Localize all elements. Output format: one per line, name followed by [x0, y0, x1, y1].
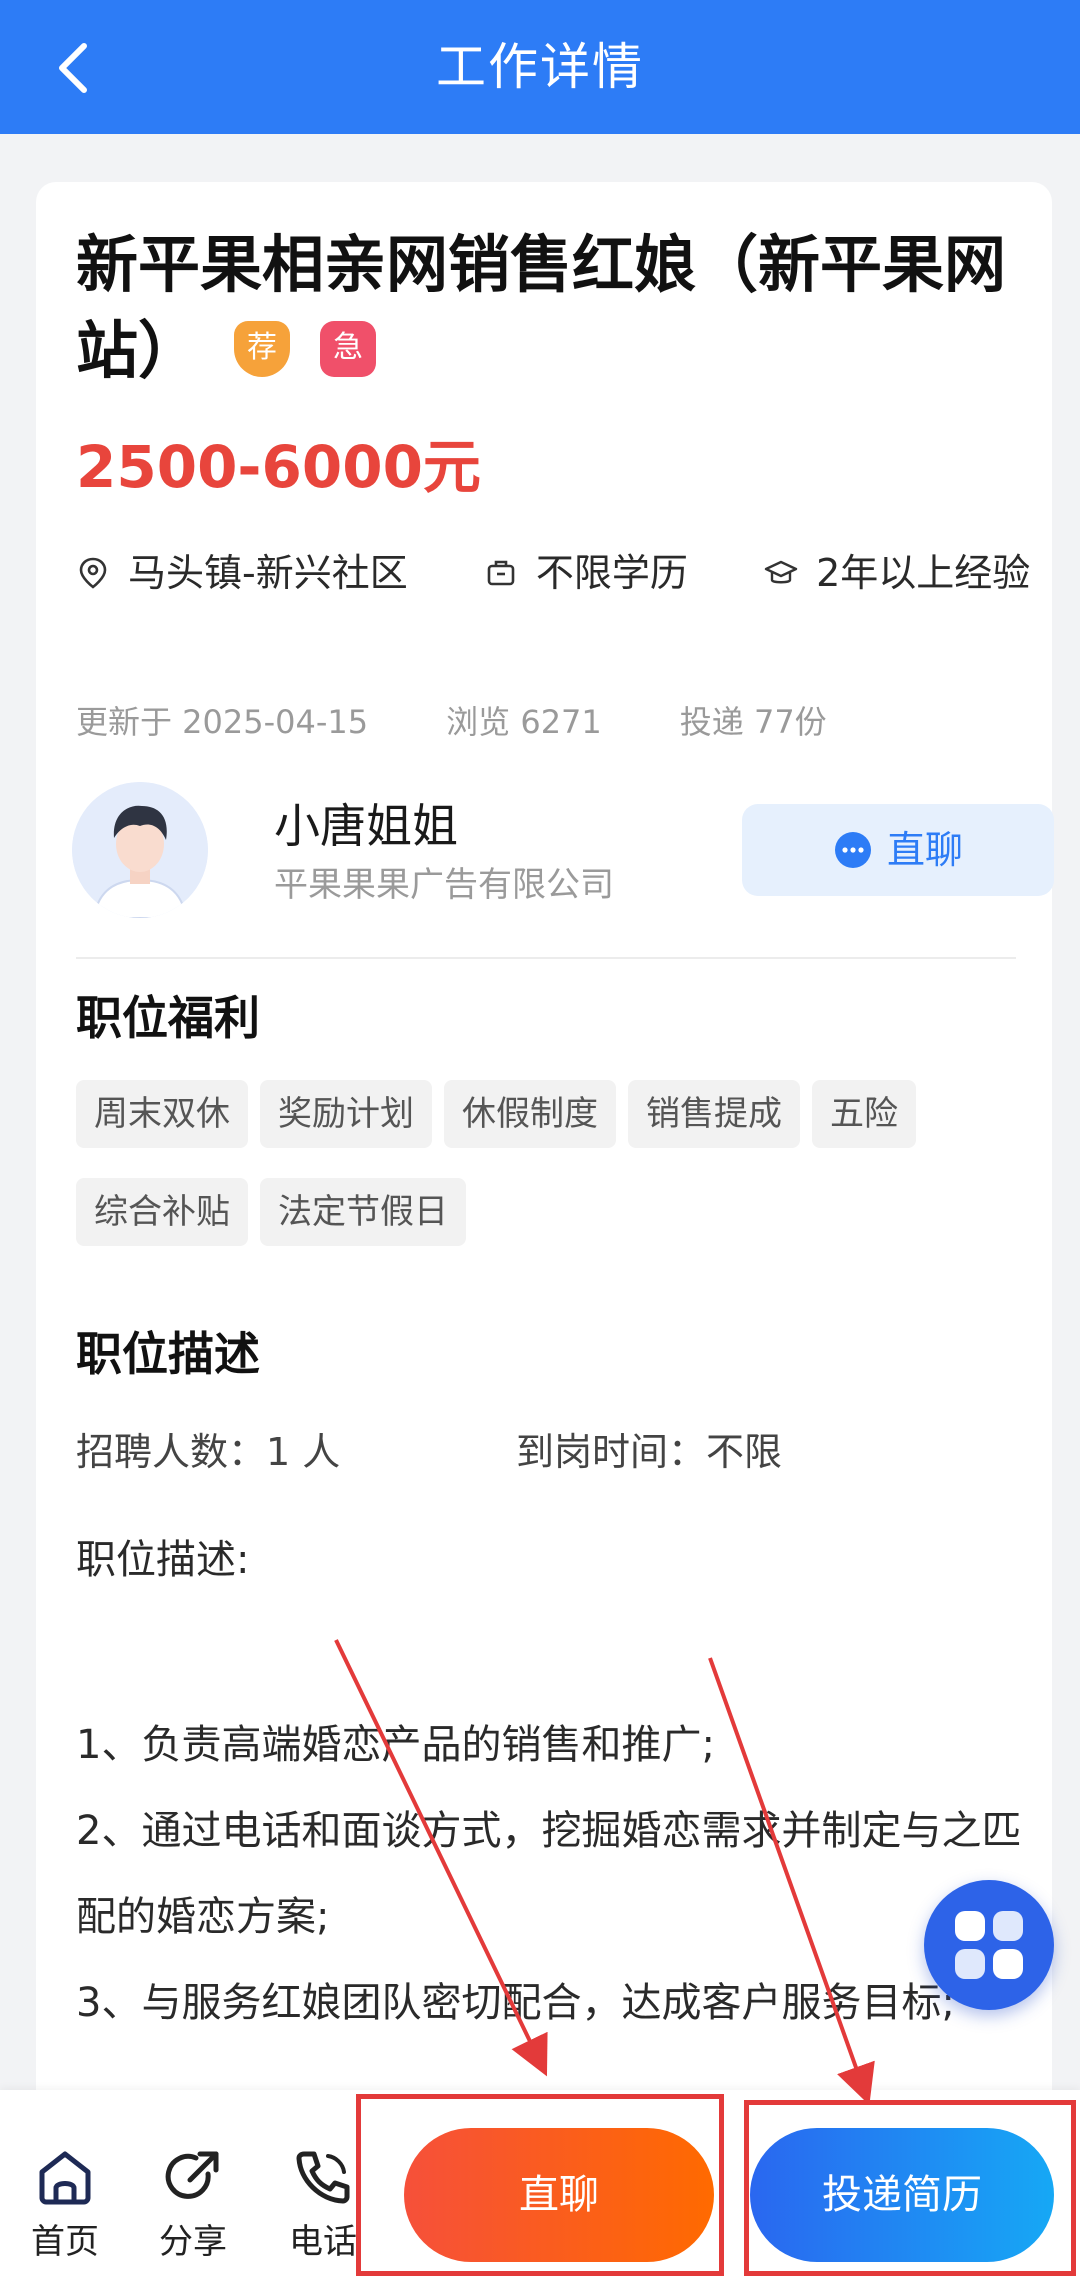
chat-bubble-icon — [834, 832, 871, 868]
description-line: 1、负责高端婚恋产品的销售和推广; — [76, 1722, 715, 1768]
headcount: 招聘人数：1 人 — [76, 1430, 341, 1474]
job-info-row: 招聘人数：1 人 到岗时间：不限 — [76, 1422, 1036, 1482]
job-detail-card: 新平果相亲网销售红娘（新平果网站）荐急 2500-6000元 马头镇-新兴社区 … — [36, 182, 1054, 2290]
location-text: 马头镇-新兴社区 — [128, 551, 408, 595]
top-bar: 工作详情 — [0, 0, 1080, 134]
location-pin-icon — [79, 557, 107, 589]
benefit-tag: 休假制度 — [444, 1080, 616, 1148]
education-text: 不限学历 — [535, 551, 688, 595]
benefit-tag: 销售提成 — [628, 1080, 800, 1148]
job-title: 新平果相亲网销售红娘（新平果网站）荐急 — [76, 222, 1036, 394]
description-label: 职位描述: — [76, 1537, 250, 1583]
recommend-badge: 荐 — [234, 320, 291, 377]
job-meta: 马头镇-新兴社区 不限学历 2年以上经验 — [76, 542, 1036, 604]
nav-share-label: 分享 — [159, 2222, 227, 2262]
recruiter-chat-label: 直聊 — [886, 828, 963, 872]
nav-home-label: 首页 — [31, 2222, 99, 2262]
grid-menu-icon — [955, 1911, 1023, 1979]
description-title: 职位描述 — [76, 1327, 260, 1381]
education-info: 不限学历 — [472, 551, 700, 595]
highlight-box-apply — [744, 2100, 1076, 2276]
recruiter-name: 小唐姐姐 — [274, 799, 458, 853]
floating-menu-button[interactable] — [924, 1880, 1054, 2010]
job-title-text: 新平果相亲网销售红娘（新平果网站） — [76, 228, 1007, 387]
salary: 2500-6000元 — [76, 433, 481, 501]
benefit-tag: 周末双休 — [76, 1080, 248, 1148]
nav-home[interactable]: 首页 — [10, 2144, 120, 2266]
home-icon — [39, 2151, 91, 2205]
application-count: 投递 77份 — [679, 703, 827, 741]
page-title: 工作详情 — [436, 38, 644, 96]
benefits-title: 职位福利 — [76, 991, 260, 1045]
experience-text: 2年以上经验 — [816, 551, 1031, 595]
description-body: 1、负责高端婚恋产品的销售和推广; 2、通过电话和面谈方式，挖掘婚恋需求并制定与… — [76, 1702, 1036, 2046]
nav-share[interactable]: 分享 — [138, 2144, 248, 2266]
avatar — [72, 782, 208, 918]
urgent-badge: 急 — [320, 320, 377, 377]
benefit-tag: 综合补贴 — [76, 1178, 248, 1246]
briefcase-icon — [487, 560, 515, 586]
recruiter-chat-button[interactable]: 直聊 — [742, 804, 1054, 896]
recruiter-avatar-icon — [72, 782, 208, 918]
benefit-tags: 周末双休 奖励计划 休假制度 销售提成 五险 综合补贴 法定节假日 — [76, 1080, 1036, 1276]
experience-info: 2年以上经验 — [752, 551, 1030, 595]
graduation-cap-icon — [764, 560, 798, 584]
job-stats: 更新于 2025-04-15 浏览 6271 投递 77份 — [76, 700, 905, 744]
view-count: 浏览 6271 — [446, 703, 602, 741]
benefit-tag: 五险 — [812, 1080, 916, 1148]
updated-date: 更新于 2025-04-15 — [76, 703, 369, 741]
location-info: 马头镇-新兴社区 — [76, 551, 420, 595]
highlight-box-chat — [356, 2094, 724, 2276]
description-line: 2、通过电话和面谈方式，挖掘婚恋需求并制定与之匹配的婚恋方案; — [76, 1808, 1022, 1940]
recruiter-company: 平果果果广告有限公司 — [274, 865, 614, 905]
benefit-tag: 法定节假日 — [260, 1178, 466, 1246]
phone-icon — [296, 2151, 350, 2204]
benefit-tag: 奖励计划 — [260, 1080, 432, 1148]
share-icon — [165, 2151, 219, 2199]
start-time: 到岗时间：不限 — [516, 1430, 783, 1474]
description-line: 3、与服务红娘团队密切配合，达成客户服务目标; — [76, 1980, 955, 2026]
divider — [76, 957, 1016, 959]
recruiter-section: 小唐姐姐 平果果果广告有限公司 直聊 — [72, 782, 1054, 922]
